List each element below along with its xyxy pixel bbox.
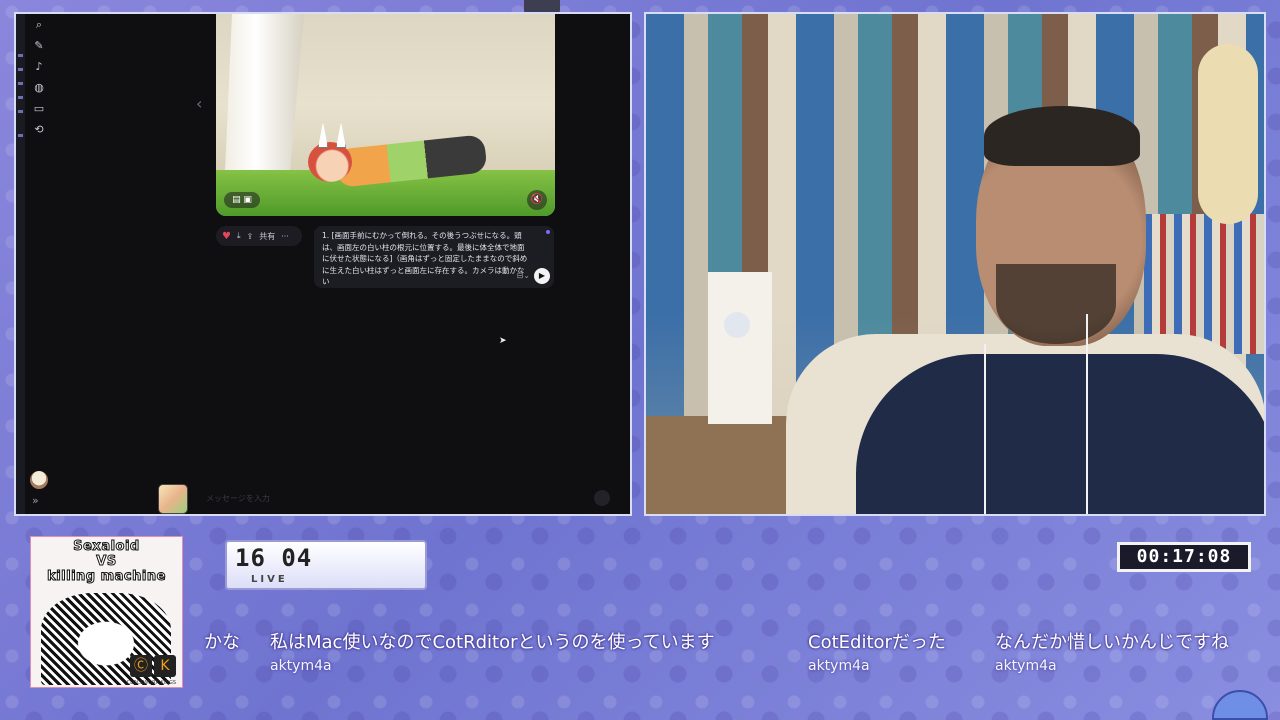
- cover-title: Sexaloid VS killing machine: [47, 539, 166, 585]
- screen-capture-panel: ⌕ ✎ ♪ ◍ ▭ ⟲ » ‹ ▤ ▣ 🔇 ♥ ⤓ ⇪ 共有 ··· 1. [画…: [14, 12, 632, 516]
- earphone-cable: [1086, 314, 1088, 514]
- side-rail: ⌕ ✎ ♪ ◍ ▭ ⟲ »: [26, 14, 52, 514]
- share-label[interactable]: 共有: [259, 231, 275, 242]
- previous-arrow-icon[interactable]: ‹: [196, 94, 202, 113]
- folder-icon[interactable]: ▭: [30, 100, 48, 118]
- edit-icon[interactable]: ✎: [30, 37, 48, 55]
- bookshelf: [1144, 214, 1264, 354]
- chat-message: 私はMac使いなのでCotRditorというのを使っています aktym4a: [270, 628, 715, 674]
- live-number: 16 04: [235, 544, 313, 572]
- generated-video[interactable]: ▤ ▣ 🔇: [216, 14, 555, 216]
- book-cover: Sexaloid VS killing machine Ⓒ K CLOCKWOR…: [30, 536, 183, 688]
- publisher-logos: Ⓒ K: [130, 655, 176, 677]
- audio-icon[interactable]: ♪: [30, 58, 48, 76]
- webcam-feed: [644, 12, 1266, 516]
- send-button[interactable]: [594, 490, 610, 506]
- character-head: [308, 142, 352, 182]
- chat-message: なんだか惜しいかんじですね aktym4a: [995, 628, 1229, 674]
- streamer-hair: [984, 106, 1140, 166]
- like-icon[interactable]: ♥: [222, 231, 231, 242]
- prompt-text: 1. [画面手前にむかって倒れる。その後うつぶせになる。頭は、画面左の白い柱の根…: [322, 231, 528, 286]
- mouse-cursor: ➤: [499, 336, 507, 346]
- prompt-message: 1. [画面手前にむかって倒れる。その後うつぶせになる。頭は、画面左の白い柱の根…: [314, 226, 554, 288]
- horn: [336, 122, 346, 148]
- horn: [318, 122, 328, 148]
- play-icon[interactable]: ▶: [534, 268, 550, 284]
- globe-icon[interactable]: ◍: [30, 79, 48, 97]
- prompt-options-dropdown[interactable]: ⊟⌄: [517, 270, 530, 282]
- chat-message: CotEditorだった aktym4a: [808, 628, 946, 674]
- streamer-shirt: [856, 354, 1264, 514]
- chat-user: aktym4a: [995, 658, 1057, 674]
- streamer-beard: [996, 264, 1116, 344]
- white-pillar: [224, 14, 304, 194]
- video-action-bar: ♥ ⤓ ⇪ 共有 ···: [216, 226, 302, 246]
- history-icon[interactable]: ⟲: [30, 121, 48, 139]
- edge-strip: [16, 14, 25, 514]
- logo-k: K: [154, 655, 176, 677]
- attached-image-thumbnail[interactable]: [158, 484, 188, 514]
- download-icon[interactable]: ⤓: [237, 231, 241, 241]
- message-input[interactable]: メッセージを入力: [206, 488, 616, 510]
- stream-timer: 00:17:08: [1117, 542, 1251, 572]
- chat-text: かな: [204, 632, 240, 653]
- chat-text: なんだか惜しいかんじですね: [995, 632, 1229, 653]
- desk-shelf: [646, 416, 806, 514]
- logo-c: Ⓒ: [130, 655, 152, 677]
- chat-user: aktym4a: [270, 658, 332, 674]
- earphone-cable: [984, 344, 986, 514]
- expand-sidebar-icon[interactable]: »: [32, 494, 39, 507]
- frame-controls[interactable]: ▤ ▣: [224, 192, 260, 208]
- live-label: LIVE: [251, 574, 288, 585]
- cover-credit: CLOCKWORK KINGS: [126, 680, 176, 686]
- chat-user: aktym4a: [808, 658, 870, 674]
- chat-message: かな: [204, 628, 240, 658]
- live-counter: 16 04 LIVE: [225, 540, 427, 590]
- chat-text: 私はMac使いなのでCotRditorというのを使っています: [270, 632, 715, 653]
- status-dot: [546, 230, 550, 234]
- more-icon[interactable]: ···: [281, 232, 289, 241]
- share-icon[interactable]: ⇪: [247, 232, 254, 241]
- corner-mascot-sprite: [1212, 690, 1268, 720]
- mute-icon[interactable]: 🔇: [527, 190, 547, 210]
- avatar[interactable]: [30, 471, 48, 489]
- chat-text: CotEditorだった: [808, 632, 946, 653]
- search-icon[interactable]: ⌕: [30, 16, 48, 34]
- milk-carton: [708, 272, 772, 424]
- chat-ticker: かな 私はMac使いなのでCotRditorというのを使っています aktym4…: [190, 628, 1280, 688]
- plush-toy: [1198, 44, 1258, 224]
